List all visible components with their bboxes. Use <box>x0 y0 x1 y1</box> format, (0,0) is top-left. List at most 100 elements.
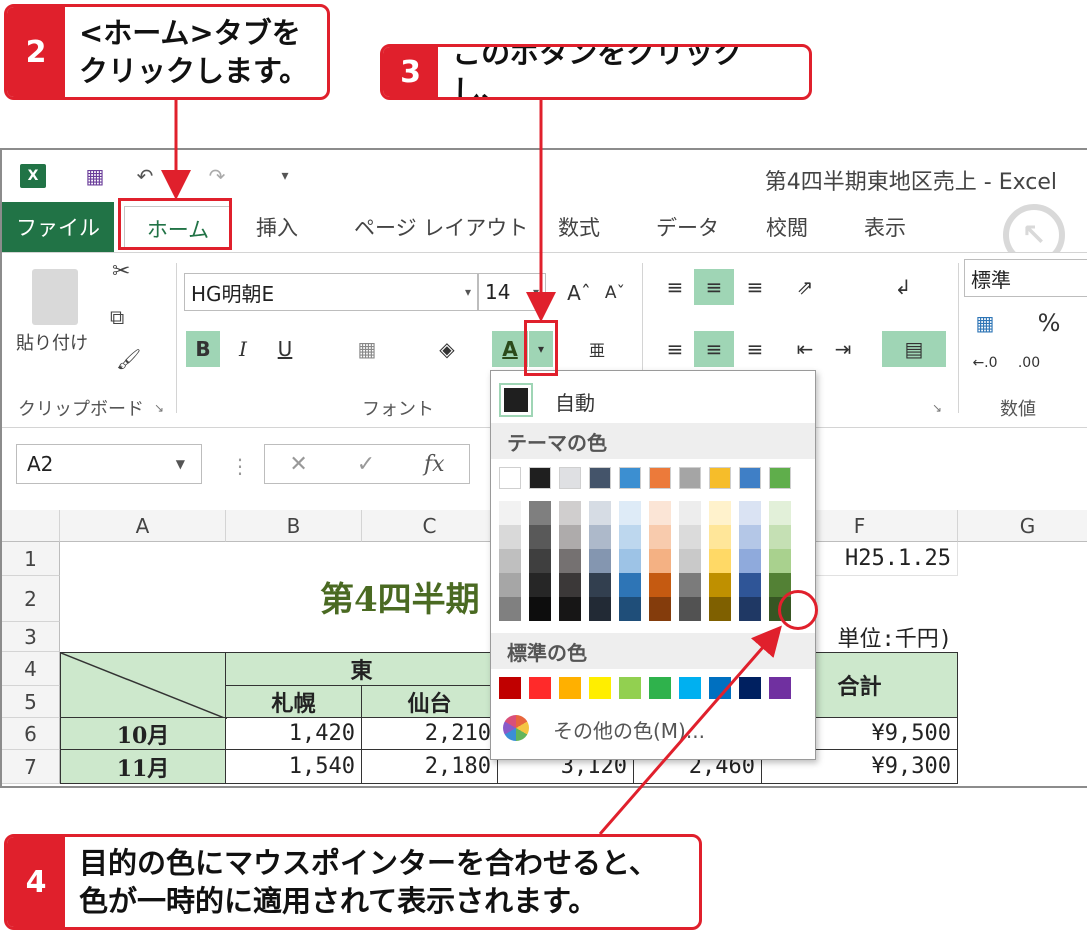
theme-color-swatch[interactable] <box>499 467 521 489</box>
copy-icon[interactable]: ⧉ <box>110 305 124 329</box>
paste-icon[interactable] <box>32 269 78 325</box>
italic-button[interactable]: I <box>226 331 260 367</box>
theme-shade-swatch[interactable] <box>499 501 521 525</box>
standard-color-swatch[interactable] <box>589 677 611 699</box>
theme-shade-swatch[interactable] <box>649 501 671 525</box>
standard-color-swatch[interactable] <box>679 677 701 699</box>
theme-color-swatch[interactable] <box>529 467 551 489</box>
theme-shade-swatch[interactable] <box>499 549 521 573</box>
align-center-icon[interactable]: ≡ <box>694 331 734 367</box>
align-bottom-icon[interactable]: ≡ <box>738 269 772 305</box>
theme-shade-swatch[interactable] <box>769 549 791 573</box>
increase-indent-icon[interactable]: ⇥ <box>826 331 860 367</box>
increase-decimal-icon[interactable]: ←.0 <box>968 345 1002 381</box>
automatic-color-item[interactable]: 自動 <box>491 377 815 421</box>
font-name-dropdown[interactable]: HG明朝E ▾ <box>184 273 478 311</box>
sheet-title[interactable]: 第4四半期 <box>320 572 480 621</box>
column-header-b[interactable]: B <box>226 510 362 542</box>
column-header-c[interactable]: C <box>362 510 498 542</box>
theme-shade-swatch[interactable] <box>709 549 731 573</box>
align-top-icon[interactable]: ≡ <box>658 269 692 305</box>
theme-shade-swatch[interactable] <box>679 573 701 597</box>
increase-font-icon[interactable]: Aˆ <box>562 275 596 311</box>
theme-shade-swatch[interactable] <box>679 525 701 549</box>
theme-shade-swatch[interactable] <box>739 549 761 573</box>
theme-shade-swatch[interactable] <box>709 597 731 621</box>
theme-shade-swatch[interactable] <box>529 573 551 597</box>
underline-button[interactable]: U <box>268 331 302 367</box>
fill-color-icon[interactable]: ◈ <box>430 331 464 367</box>
theme-shade-swatch[interactable] <box>589 525 611 549</box>
column-header-g[interactable]: G <box>958 510 1087 542</box>
region-header-cell[interactable]: 東 <box>226 652 498 686</box>
city-header-sapporo[interactable]: 札幌 <box>226 686 362 718</box>
theme-shade-swatch[interactable] <box>589 597 611 621</box>
bold-button[interactable]: B <box>186 331 220 367</box>
theme-shade-swatch[interactable] <box>619 501 641 525</box>
cancel-icon[interactable]: ✕ <box>289 452 307 477</box>
percent-button[interactable]: % <box>1032 305 1066 341</box>
theme-shade-swatch[interactable] <box>589 501 611 525</box>
theme-shade-swatch[interactable] <box>769 501 791 525</box>
theme-shade-swatch[interactable] <box>619 549 641 573</box>
theme-color-swatch[interactable] <box>649 467 671 489</box>
orientation-icon[interactable]: ⇗ <box>788 269 822 305</box>
number-format-dropdown[interactable]: 標準 <box>964 259 1087 297</box>
value-cell[interactable]: 2,180 <box>362 750 498 784</box>
cut-icon[interactable]: ✂ <box>112 259 130 284</box>
theme-shade-swatch[interactable] <box>709 501 731 525</box>
tab-insert[interactable]: 挿入 <box>256 212 298 242</box>
font-size-dropdown[interactable]: 14 ▾ <box>478 273 546 311</box>
standard-color-swatch[interactable] <box>529 677 551 699</box>
tab-data[interactable]: データ <box>656 212 719 242</box>
standard-color-swatch[interactable] <box>709 677 731 699</box>
theme-shade-swatch[interactable] <box>649 597 671 621</box>
row-header-1[interactable]: 1 <box>2 542 60 576</box>
theme-shade-swatch[interactable] <box>529 501 551 525</box>
paste-button[interactable]: 貼り付け <box>16 329 88 355</box>
theme-shade-swatch[interactable] <box>589 549 611 573</box>
phonetic-icon[interactable]: 亜 <box>580 331 614 367</box>
standard-color-swatch[interactable] <box>619 677 641 699</box>
select-all-corner[interactable] <box>2 510 60 542</box>
standard-color-swatch[interactable] <box>649 677 671 699</box>
theme-shade-swatch[interactable] <box>559 525 581 549</box>
theme-shade-swatch[interactable] <box>619 525 641 549</box>
theme-shade-swatch[interactable] <box>529 525 551 549</box>
tab-page-layout[interactable]: ページ レイアウト <box>354 212 528 242</box>
more-colors-item[interactable]: その他の色(M)... <box>491 707 815 751</box>
theme-shade-swatch[interactable] <box>769 525 791 549</box>
name-box[interactable]: A2 ▼ <box>16 444 202 484</box>
theme-shade-swatch[interactable] <box>619 597 641 621</box>
insert-function-button[interactable]: fx <box>424 452 445 477</box>
redo-icon[interactable]: ↷ <box>204 164 230 188</box>
value-cell[interactable]: 1,420 <box>226 718 362 750</box>
decrease-decimal-icon[interactable]: .00 <box>1012 345 1046 381</box>
theme-color-swatch[interactable] <box>739 467 761 489</box>
theme-color-swatch[interactable] <box>619 467 641 489</box>
theme-shade-swatch[interactable] <box>649 525 671 549</box>
decrease-indent-icon[interactable]: ⇤ <box>788 331 822 367</box>
corner-header-cell[interactable] <box>60 652 227 719</box>
theme-shade-swatch[interactable] <box>589 573 611 597</box>
standard-color-swatch[interactable] <box>559 677 581 699</box>
theme-shade-swatch[interactable] <box>529 549 551 573</box>
theme-shade-swatch[interactable] <box>529 597 551 621</box>
theme-shade-swatch[interactable] <box>739 525 761 549</box>
column-header-a[interactable]: A <box>60 510 226 542</box>
standard-color-swatch[interactable] <box>769 677 791 699</box>
align-middle-icon[interactable]: ≡ <box>694 269 734 305</box>
row-header-7[interactable]: 7 <box>2 750 60 784</box>
wrap-text-icon[interactable]: ↲ <box>886 269 920 305</box>
theme-shade-swatch[interactable] <box>559 501 581 525</box>
row-header-3[interactable]: 3 <box>2 622 60 652</box>
align-left-icon[interactable]: ≡ <box>658 331 692 367</box>
month-cell[interactable]: 11月 <box>60 750 226 784</box>
tab-view[interactable]: 表示 <box>864 212 906 242</box>
theme-shade-swatch[interactable] <box>499 597 521 621</box>
merge-center-icon[interactable]: ▤ <box>882 331 946 367</box>
city-header-sendai[interactable]: 仙台 <box>362 686 498 718</box>
value-cell[interactable]: 2,210 <box>362 718 498 750</box>
theme-color-swatch[interactable] <box>679 467 701 489</box>
undo-icon[interactable]: ↶ <box>132 164 158 188</box>
